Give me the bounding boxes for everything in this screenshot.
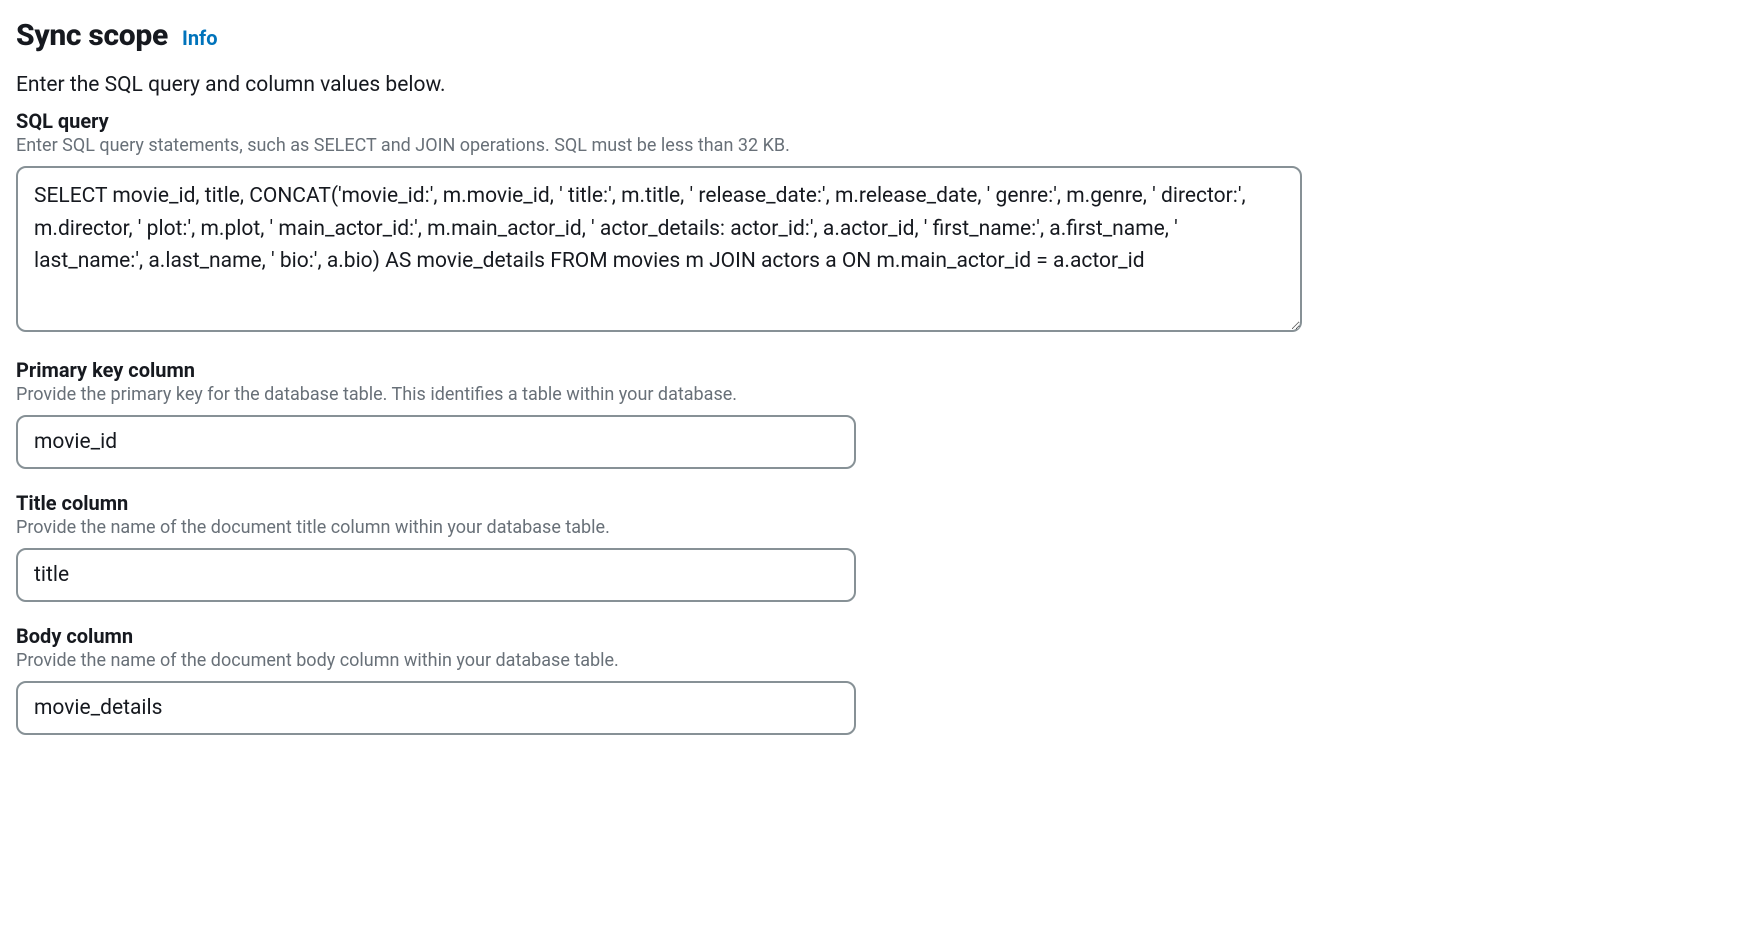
primary-key-help: Provide the primary key for the database… [16, 384, 1742, 405]
sql-query-help: Enter SQL query statements, such as SELE… [16, 135, 1742, 156]
sync-scope-section: Sync scope Info Enter the SQL query and … [0, 0, 1758, 797]
body-column-input[interactable] [16, 681, 856, 735]
section-intro: Enter the SQL query and column values be… [16, 73, 1742, 97]
section-title: Sync scope [16, 18, 168, 53]
primary-key-field: Primary key column Provide the primary k… [16, 358, 1742, 469]
title-column-field: Title column Provide the name of the doc… [16, 491, 1742, 602]
primary-key-label: Primary key column [16, 358, 1742, 382]
body-column-help: Provide the name of the document body co… [16, 650, 1742, 671]
title-column-input[interactable] [16, 548, 856, 602]
info-link[interactable]: Info [182, 26, 218, 50]
sql-query-field: SQL query Enter SQL query statements, su… [16, 109, 1742, 336]
title-column-label: Title column [16, 491, 1742, 515]
sql-query-label: SQL query [16, 109, 1742, 133]
title-column-help: Provide the name of the document title c… [16, 517, 1742, 538]
body-column-label: Body column [16, 624, 1742, 648]
body-column-field: Body column Provide the name of the docu… [16, 624, 1742, 735]
primary-key-input[interactable] [16, 415, 856, 469]
sql-query-input[interactable] [16, 166, 1302, 332]
section-heading-row: Sync scope Info [16, 18, 1742, 53]
